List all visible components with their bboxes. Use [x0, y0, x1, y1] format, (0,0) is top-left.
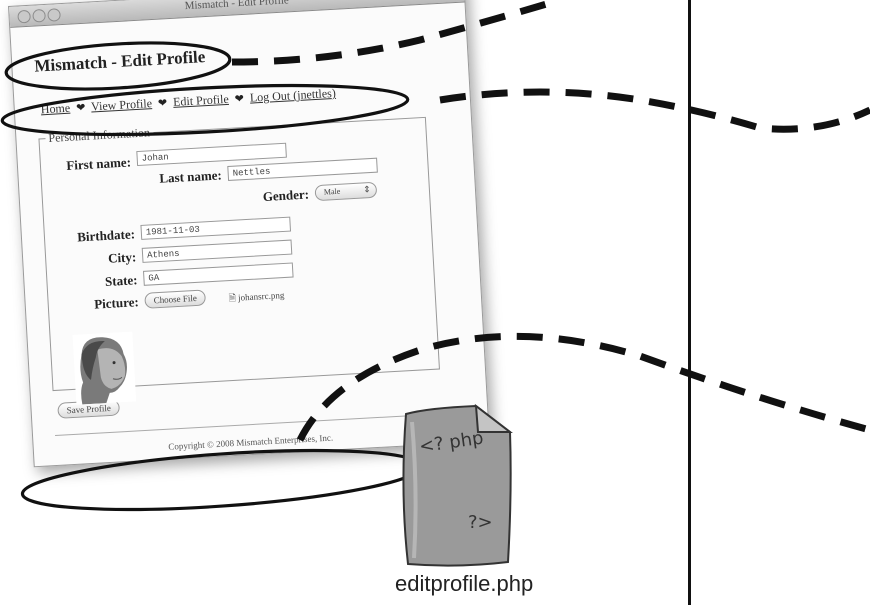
- php-close-tag: ?>: [468, 512, 493, 533]
- footer-connector-dashes: [296, 332, 870, 442]
- title-callout-ellipse: [4, 41, 232, 91]
- stage: Mismatch - Edit Profile Mismatch - Edit …: [0, 0, 870, 605]
- file-caption: editprofile.php: [395, 571, 534, 596]
- php-file-icon: [402, 403, 513, 567]
- title-connector-dashes: [231, 0, 562, 66]
- nav-connector-dashes: [439, 88, 870, 133]
- footer-callout-ellipse: [20, 448, 424, 512]
